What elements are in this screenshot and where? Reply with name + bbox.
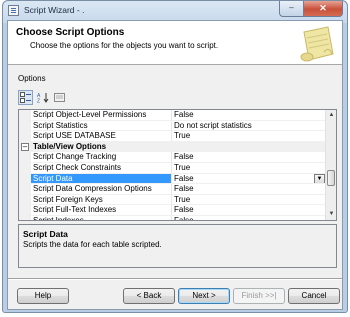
property-row[interactable]: Script Data Compression Options False [19, 184, 326, 195]
back-button[interactable]: < Back [123, 288, 175, 304]
scroll-thumb[interactable] [327, 170, 335, 186]
property-row[interactable]: Script Full-Text Indexes False [19, 205, 326, 216]
property-name: Script USE DATABASE [31, 131, 172, 141]
property-value[interactable]: Do not script statistics [172, 121, 326, 131]
scroll-document-icon [300, 26, 334, 62]
close-button[interactable]: ✕ [303, 1, 343, 17]
alphabetical-sort-icon: A Z [37, 93, 48, 104]
options-label: Options [18, 74, 46, 83]
grid-vertical-scrollbar[interactable]: ▲ ▼ [325, 110, 336, 220]
property-value[interactable]: True [172, 163, 326, 173]
property-name: Script Check Constraints [31, 162, 172, 173]
property-name: Script Object-Level Permissions [31, 110, 172, 120]
property-row[interactable]: Script Foreign Keys True [19, 194, 326, 206]
property-row[interactable]: Script Statistics Do not script statistic… [19, 120, 326, 132]
row-gutter: – [19, 141, 31, 152]
property-name: Script Indexes [31, 215, 172, 220]
property-pages-button[interactable] [52, 90, 67, 105]
next-button[interactable]: Next > [178, 288, 230, 304]
property-value[interactable]: False ▼ [172, 173, 326, 184]
window-title: Script Wizard - . [24, 5, 85, 15]
property-value-text: True [174, 131, 191, 141]
row-gutter [19, 215, 31, 220]
cancel-button[interactable]: Cancel [288, 288, 340, 304]
value-dropdown-arrow-icon[interactable]: ▼ [314, 173, 325, 184]
property-name: Script Data Compression Options [31, 184, 172, 194]
footer-separator [8, 278, 342, 280]
scroll-up-arrow-icon[interactable]: ▲ [326, 110, 337, 121]
description-text: Scripts the data for each table scripted… [23, 240, 162, 249]
title-bar[interactable]: Script Wizard - . – ✕ [3, 1, 347, 20]
property-row[interactable]: Script Change Tracking False [19, 152, 326, 163]
description-panel: Script Data Scripts the data for each ta… [18, 224, 337, 268]
caption-buttons: – ✕ [279, 1, 343, 18]
row-gutter [19, 194, 31, 205]
property-name: Script Change Tracking [31, 152, 172, 162]
finish-button[interactable]: Finish >>| [233, 288, 285, 304]
row-gutter [19, 184, 31, 194]
property-name: Script Full-Text Indexes [31, 205, 172, 215]
collapse-icon[interactable]: – [21, 142, 29, 151]
property-category-row[interactable]: – Table/View Options [19, 141, 326, 153]
property-value-text: True [174, 194, 191, 204]
description-title: Script Data [23, 229, 68, 239]
property-row[interactable]: Script Check Constraints True [19, 162, 326, 174]
page-title: Choose Script Options [16, 27, 125, 38]
row-gutter [19, 120, 31, 131]
row-gutter [19, 152, 31, 162]
property-value-text: False [174, 205, 194, 215]
row-gutter [19, 205, 31, 215]
property-row[interactable]: Script Data False ▼ [19, 173, 326, 185]
row-gutter [19, 131, 31, 141]
property-value-text: False [174, 173, 194, 183]
row-gutter [19, 162, 31, 173]
property-pages-icon [54, 93, 65, 102]
property-value[interactable]: False [172, 205, 326, 215]
category-label: Table/View Options [33, 141, 107, 151]
property-value[interactable]: False [172, 216, 326, 220]
property-value[interactable]: False [172, 152, 326, 162]
categorized-icon [20, 92, 31, 103]
property-value[interactable]: True [172, 131, 326, 141]
categorized-button[interactable] [18, 90, 33, 105]
property-name: Script Statistics [31, 120, 172, 131]
property-name: Script Foreign Keys [31, 194, 172, 205]
wizard-header: Choose Script Options Choose the options… [8, 21, 342, 65]
property-name: Script Data [31, 173, 172, 184]
row-gutter [19, 110, 31, 120]
property-value-text: False [174, 152, 194, 162]
wizard-client-area: Choose Script Options Choose the options… [7, 20, 343, 310]
property-value-text: Do not script statistics [174, 120, 252, 130]
window-app-icon [8, 5, 19, 16]
property-grid-rows: Script Object-Level Permissions False Scri… [19, 110, 326, 220]
property-value-text: False [174, 216, 194, 220]
scroll-down-arrow-icon[interactable]: ▼ [326, 209, 337, 220]
row-gutter [19, 173, 31, 184]
property-value-text: False [174, 110, 194, 119]
property-value[interactable]: False [172, 184, 326, 194]
property-grid[interactable]: Script Object-Level Permissions False Scri… [18, 109, 337, 221]
property-value[interactable]: True [172, 195, 326, 205]
minimize-button[interactable]: – [279, 1, 303, 17]
property-row[interactable]: Script USE DATABASE True [19, 131, 326, 142]
property-value-text: False [174, 184, 194, 194]
property-grid-toolbar: A Z [18, 90, 67, 105]
svg-text:Z: Z [37, 99, 40, 104]
property-row[interactable]: Script Object-Level Permissions False [19, 110, 326, 121]
property-row[interactable]: Script IndexesFalse [19, 215, 326, 220]
alphabetical-button[interactable]: A Z [35, 90, 50, 105]
page-subtitle: Choose the options for the objects you w… [30, 41, 219, 50]
script-wizard-window: Script Wizard - . – ✕ Choose Script Opti… [2, 0, 348, 313]
property-value[interactable]: False [172, 110, 326, 120]
property-value-text: True [174, 162, 191, 172]
help-button[interactable]: Help [17, 288, 69, 304]
